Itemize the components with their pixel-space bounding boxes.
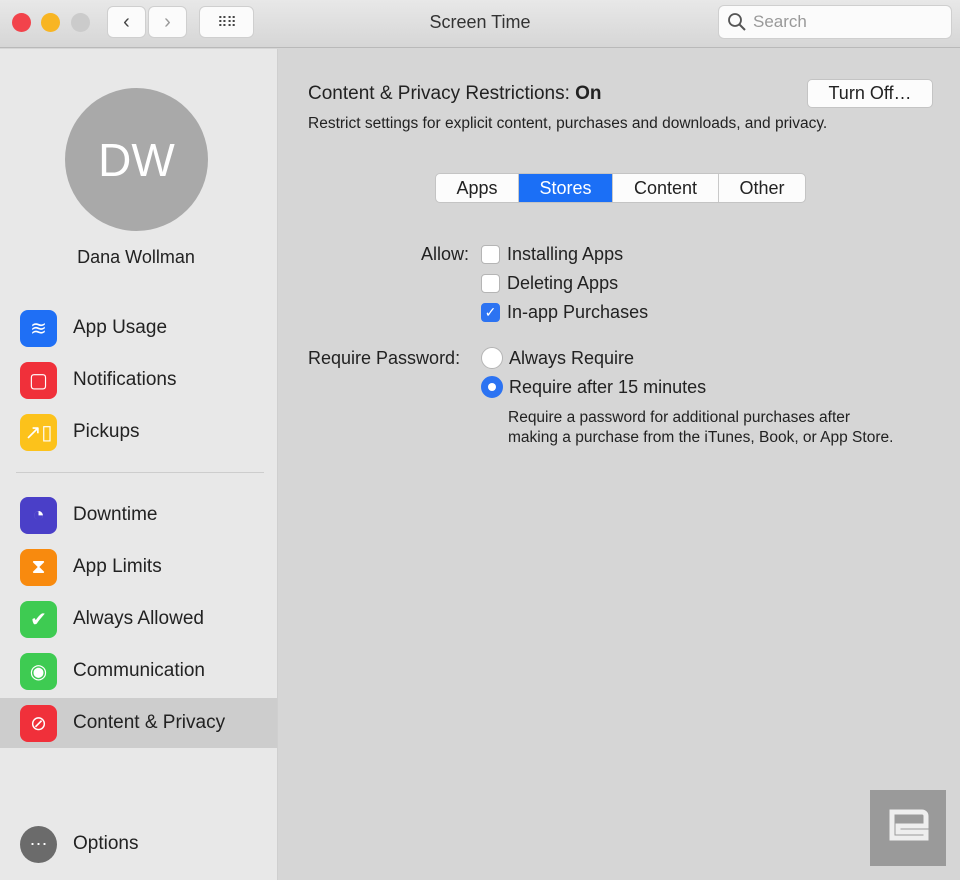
sidebar-divider bbox=[16, 472, 264, 473]
tab-other[interactable]: Other bbox=[719, 174, 805, 202]
options-label: Options bbox=[73, 833, 139, 854]
checkmark-seal-icon: ✔ bbox=[20, 600, 57, 638]
sidebar-item-label: Pickups bbox=[73, 421, 140, 442]
require-password-label: Require Password: bbox=[308, 348, 461, 368]
search-icon bbox=[728, 13, 746, 31]
hourglass-icon: ⧗ bbox=[20, 548, 57, 586]
status-value: On bbox=[575, 83, 602, 104]
sidebar-item-communication[interactable]: ◉ Communication bbox=[0, 646, 277, 696]
installing-apps-checkbox[interactable]: Installing Apps bbox=[481, 244, 623, 265]
engadget-watermark-logo bbox=[870, 790, 946, 866]
layers-icon: ≋ bbox=[20, 309, 57, 347]
sidebar-item-app-limits[interactable]: ⧗ App Limits bbox=[0, 542, 277, 592]
search-placeholder: Search bbox=[753, 12, 807, 31]
sidebar-item-label: Notifications bbox=[73, 369, 177, 390]
checkmark-icon: ✓ bbox=[481, 303, 500, 322]
avatar: DW bbox=[65, 88, 208, 231]
ellipsis-circle-icon: ⋯ bbox=[20, 825, 57, 863]
user-name: Dana Wollman bbox=[77, 247, 195, 267]
prohibited-icon: ⊘ bbox=[20, 704, 57, 742]
password-note: Require a password for additional purcha… bbox=[508, 409, 894, 446]
content-pane: Content & Privacy Restrictions: On Restr… bbox=[279, 49, 960, 880]
sidebar-item-downtime[interactable]: ◔ Downtime bbox=[0, 490, 277, 540]
allow-label: Allow: bbox=[420, 244, 469, 264]
sidebar-item-pickups[interactable]: ↗▯ Pickups bbox=[0, 407, 277, 457]
sidebar-item-notifications[interactable]: ▢ Notifications bbox=[0, 355, 277, 405]
sidebar-item-always-allowed[interactable]: ✔ Always Allowed bbox=[0, 594, 277, 644]
sidebar-item-label: Content & Privacy bbox=[73, 712, 226, 733]
downtime-clock-icon: ◔ bbox=[20, 496, 57, 534]
always-require-radio[interactable]: Always Require bbox=[481, 347, 634, 369]
require-after-15-radio[interactable]: Require after 15 minutes bbox=[481, 376, 706, 398]
options-button[interactable]: ⋯ Options bbox=[0, 819, 277, 869]
person-circle-icon: ◉ bbox=[20, 652, 57, 690]
tab-stores[interactable]: Stores bbox=[519, 174, 613, 202]
notification-badge-icon: ▢ bbox=[20, 361, 57, 399]
sidebar-item-app-usage[interactable]: ≋ App Usage bbox=[0, 303, 277, 353]
sidebar-item-content-privacy[interactable]: ⊘ Content & Privacy bbox=[0, 698, 277, 748]
in-app-purchases-checkbox[interactable]: ✓ In-app Purchases bbox=[481, 302, 648, 323]
search-field[interactable]: Search bbox=[718, 5, 952, 39]
page-title: Content & Privacy Restrictions: On bbox=[308, 83, 602, 104]
title-bar: ‹ › ⠿⠿ Screen Time Search bbox=[0, 0, 960, 48]
tab-content[interactable]: Content bbox=[613, 174, 719, 202]
deleting-apps-checkbox[interactable]: Deleting Apps bbox=[481, 273, 618, 294]
sidebar-item-label: Communication bbox=[73, 660, 205, 681]
tab-bar: Apps Stores Content Other bbox=[435, 173, 806, 203]
sidebar-item-label: App Usage bbox=[73, 317, 168, 338]
sidebar: DW Dana Wollman ≋ App Usage ▢ Notifications… bbox=[0, 49, 278, 880]
sidebar-item-label: Always Allowed bbox=[73, 608, 204, 629]
turn-off-button[interactable]: Turn Off… bbox=[807, 79, 933, 108]
sidebar-item-label: Downtime bbox=[73, 504, 158, 525]
sidebar-item-label: App Limits bbox=[73, 556, 162, 577]
pickup-phone-icon: ↗▯ bbox=[20, 413, 57, 451]
tab-apps[interactable]: Apps bbox=[436, 174, 519, 202]
description: Restrict settings for explicit content, … bbox=[308, 115, 828, 132]
